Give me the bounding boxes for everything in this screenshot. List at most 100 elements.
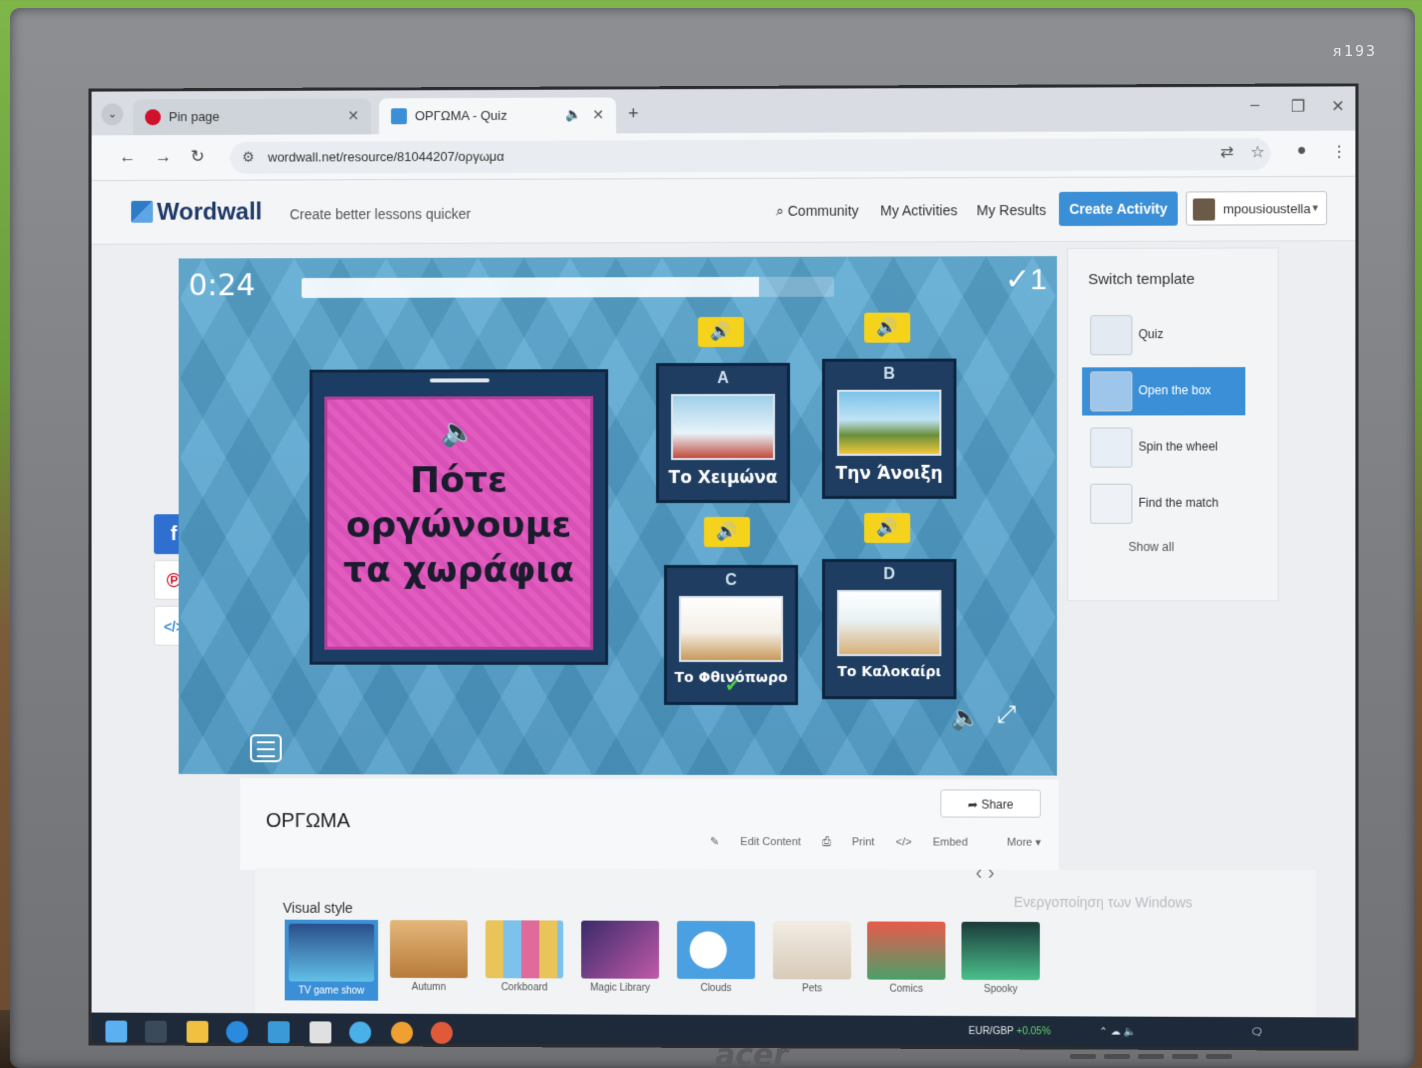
chevron-down-icon: ▾ [1312,202,1319,215]
chrome-icon[interactable] [430,1021,453,1044]
tab-search-icon[interactable]: ⌄ [101,103,124,126]
print-link[interactable]: ⎙ Print [822,836,875,848]
maximize-icon[interactable]: ❐ [1291,97,1305,117]
score: ✓1 [1004,263,1047,297]
answer-letter: B [883,365,896,383]
tab-label: Pin page [168,109,220,125]
media-player-icon[interactable] [390,1021,413,1044]
style-comics[interactable]: Comics [867,921,946,995]
system-tray-icons[interactable]: ⌃ ☁ 🔈 [1099,1027,1136,1038]
style-corkboard[interactable]: Corkboard [485,920,564,993]
fullscreen-icon[interactable]: ⤢ [997,701,1016,729]
nav-my-activities[interactable]: My Activities [880,202,957,218]
site-info-icon[interactable]: ⚙ [242,149,254,166]
monitor-model-label: ᴙ193 [1332,42,1377,60]
answer-c[interactable]: C Το Φθινόπωρο ✔ [664,564,799,706]
monitor-buttons [1070,1046,1300,1060]
template-open-the-box[interactable]: Open the box [1082,367,1246,416]
tab-label: ΟΡΓΩΜΑ - Quiz [414,107,508,124]
template-quiz[interactable]: Quiz [1082,311,1245,360]
style-pets[interactable]: Pets [773,921,852,994]
profile-icon[interactable]: ● [1297,142,1307,160]
style-magic-library[interactable]: Magic Library [581,920,660,994]
activity-title: ΟΡΓΩΜΑ [265,810,351,833]
autumn-image [679,595,784,663]
url-text: wordwall.net/resource/81044207/οργωμα [267,148,505,165]
style-autumn[interactable]: Autumn [390,919,468,993]
user-menu-button[interactable]: mpousioustella ▾ [1185,191,1328,226]
speaker-d-icon[interactable]: 🔊 [864,512,911,543]
style-tv-game-show[interactable]: TV game show [284,919,379,1001]
embed-link[interactable]: </> Embed [896,836,968,848]
answer-d[interactable]: D Το Καλοκαίρι [822,558,957,700]
app-icon[interactable] [349,1021,372,1044]
wordwall-logo[interactable]: Wordwall [131,198,262,226]
screen: ⌄ Pin page ✕ ΟΡΓΩΜΑ - Quiz 🔈 ✕ + – ❐ ✕ ←… [88,83,1359,1051]
tab-audio-icon[interactable]: 🔈 [566,107,582,123]
user-name: mpousioustella [1223,201,1311,217]
edit-content-link[interactable]: ✎ Edit Content [710,836,801,848]
notifications-icon[interactable]: 🗨 [1250,1027,1263,1038]
game-menu-icon[interactable] [250,734,282,763]
style-spooky[interactable]: Spooky [961,921,1040,995]
tab-quiz[interactable]: ΟΡΓΩΜΑ - Quiz 🔈 ✕ [379,97,617,135]
switch-template-panel: Switch template Quiz Open the box Spin t… [1066,247,1279,602]
file-explorer-icon[interactable] [186,1020,209,1043]
activity-title-row: ΟΡΓΩΜΑ ➦ Share ✎ Edit Content ⎙ Print </… [240,778,1059,872]
address-bar: ← → ↻ ⚙ wordwall.net/resource/81044207/ο… [91,130,1356,182]
spring-image [837,389,942,456]
answer-letter: C [725,572,737,590]
close-tab-icon[interactable]: ✕ [592,106,604,123]
visual-style-title: Visual style [282,899,353,916]
minimize-icon[interactable]: – [1250,97,1259,115]
mail-icon[interactable] [267,1021,290,1044]
create-activity-button[interactable]: Create Activity [1058,191,1178,226]
new-tab-icon[interactable]: + [628,103,638,124]
template-spin-the-wheel[interactable]: Spin the wheel [1082,423,1245,471]
pinterest-icon [144,109,161,126]
edge-icon[interactable] [226,1021,249,1044]
reload-icon[interactable]: ↻ [191,147,205,167]
forward-icon[interactable]: → [155,147,172,167]
summer-image [837,590,942,657]
correct-check-icon: ✔ [724,675,741,696]
wordwall-header: Wordwall Create better lessons quicker ⌕… [91,176,1356,245]
windows-activation-watermark: Ενεργοποίηση των Windows [1013,893,1193,911]
url-field[interactable]: ⚙ wordwall.net/resource/81044207/οργωμα [230,137,1271,174]
close-tab-icon[interactable]: ✕ [348,107,360,124]
task-view-icon[interactable] [144,1020,167,1043]
question-card: 🔈 Πότε οργώνουμε τα χωράφια [324,396,594,650]
share-button[interactable]: ➦ Share [940,789,1041,818]
nav-community[interactable]: ⌕ Community [776,203,859,220]
speaker-b-icon[interactable]: 🔊 [864,312,911,343]
template-find-the-match[interactable]: Find the match [1082,480,1245,528]
answer-b[interactable]: B Την Άνοιξη [822,358,957,499]
close-window-icon[interactable]: ✕ [1331,96,1345,116]
answer-letter: A [717,369,729,388]
sound-icon[interactable]: 🔈 [950,703,980,732]
more-link[interactable]: More ▾ [989,837,1041,849]
speaker-c-icon[interactable]: 🔊 [704,516,751,548]
browser-tab-bar: ⌄ Pin page ✕ ΟΡΓΩΜΑ - Quiz 🔈 ✕ + – ❐ ✕ [91,86,1356,136]
nav-my-results[interactable]: My Results [977,202,1047,218]
stock-ticker: EUR/GBP +0.05% [968,1025,1051,1038]
search-icon: ⌕ [776,202,784,219]
windows-start-icon[interactable] [105,1020,128,1043]
bookmark-star-icon[interactable]: ☆ [1250,142,1264,162]
avatar [1192,198,1216,221]
translate-icon[interactable]: ⇄ [1220,142,1234,162]
visual-style-strip: ‹ › Visual style TV game show Autumn Cor… [254,862,1316,1022]
store-icon[interactable] [309,1021,332,1044]
style-clouds[interactable]: Clouds [677,920,756,994]
answer-label: Το Χειμώνα [668,467,778,489]
speaker-icon[interactable]: 🔈 [327,415,590,448]
browser-menu-icon[interactable]: ⋮ [1331,142,1347,162]
tab-pin-page[interactable]: Pin page ✕ [133,98,372,136]
answer-a[interactable]: A Το Χειμώνα [656,362,791,504]
answer-label: Το Καλοκαίρι [837,664,942,681]
find-match-icon [1090,483,1133,524]
show-all-link[interactable]: Show all [1128,540,1174,554]
speaker-a-icon[interactable]: 🔊 [698,316,745,348]
style-nav-arrows[interactable]: ‹ › [976,862,995,885]
back-icon[interactable]: ← [119,147,136,167]
